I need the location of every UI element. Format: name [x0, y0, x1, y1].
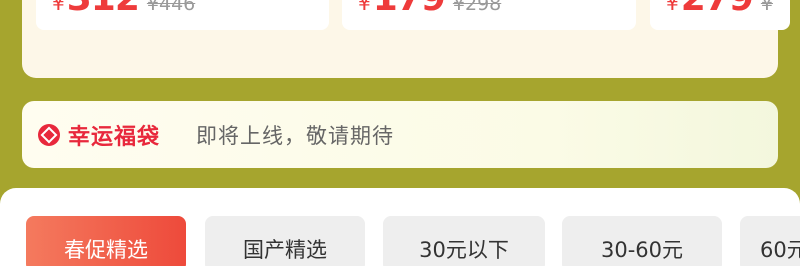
currency-symbol: ¥ — [52, 0, 65, 15]
current-price: 312 — [67, 0, 140, 19]
current-price: 179 — [373, 0, 446, 19]
product-price: ¥ 312 ¥446 — [52, 0, 195, 19]
currency-symbol: ¥ — [666, 0, 679, 15]
lucky-bag-banner[interactable]: 幸运福袋 即将上线，敬请期待 — [22, 101, 778, 168]
product-card[interactable]: ¥ 279 ¥ — [650, 0, 790, 30]
currency-symbol: ¥ — [358, 0, 371, 15]
filter-chip-60-plus[interactable]: 60元 — [740, 216, 800, 266]
filter-chip-under-30[interactable]: 30元以下 — [383, 216, 545, 266]
current-price: 279 — [681, 0, 754, 19]
product-price: ¥ 179 ¥298 — [358, 0, 501, 19]
product-card[interactable]: ¥ 179 ¥298 — [342, 0, 636, 30]
filter-chip-spring-promo[interactable]: 春促精选 — [26, 216, 186, 266]
product-card[interactable]: ¥ 312 ¥446 — [36, 0, 329, 30]
price-filter-panel: 春促精选 国产精选 30元以下 30-60元 60元 — [0, 188, 800, 266]
lucky-bag-title: 幸运福袋 — [68, 124, 161, 150]
filter-chip-domestic[interactable]: 国产精选 — [205, 216, 365, 266]
product-price: ¥ 279 ¥ — [666, 0, 773, 19]
original-price: ¥ — [760, 0, 773, 15]
filter-chip-30-60[interactable]: 30-60元 — [562, 216, 722, 266]
lucky-bag-subtitle: 即将上线，敬请期待 — [196, 123, 395, 148]
original-price: ¥298 — [452, 0, 502, 15]
product-price-panel: ¥ 312 ¥446 ¥ 179 ¥298 ¥ 279 ¥ — [22, 0, 790, 78]
lucky-bag-icon — [38, 123, 60, 146]
original-price: ¥446 — [146, 0, 196, 15]
